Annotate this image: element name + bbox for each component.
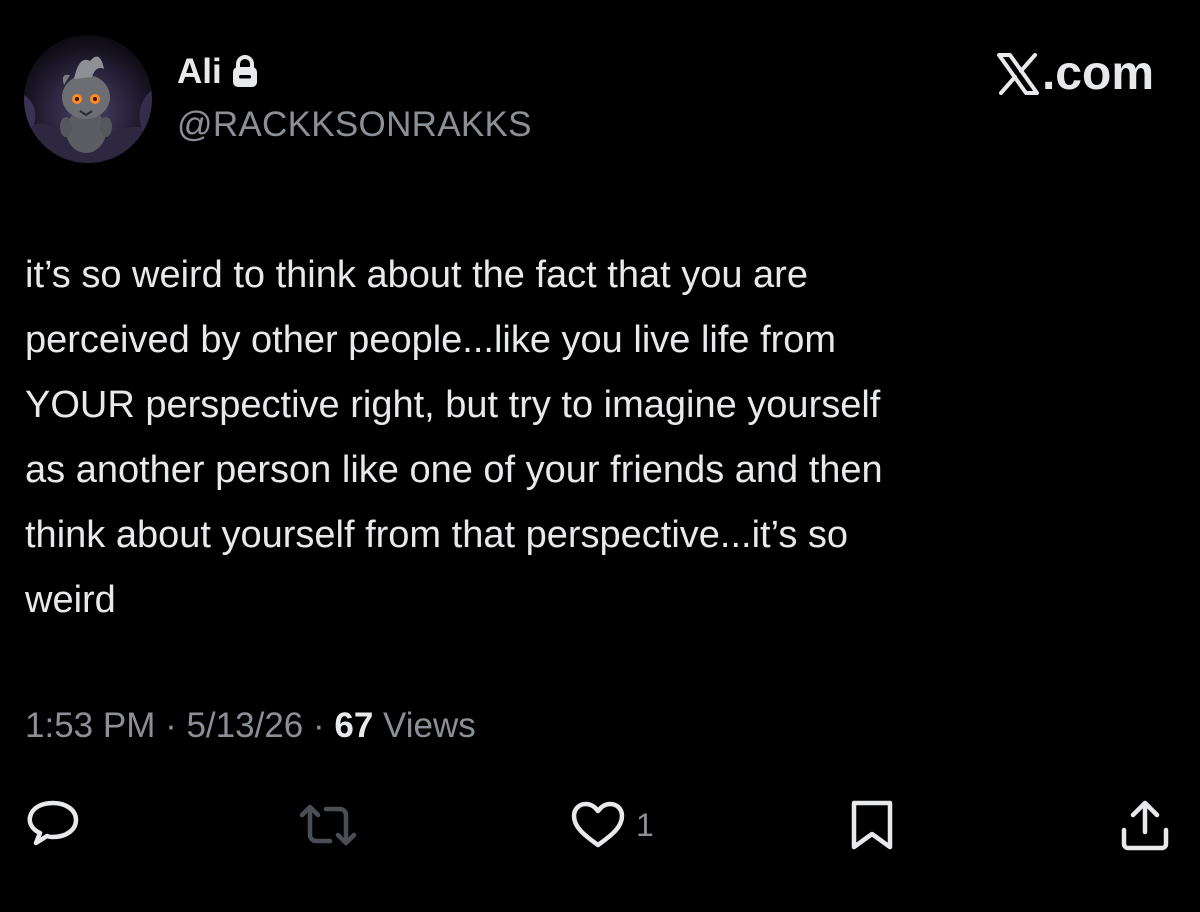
x-logo-icon <box>996 52 1040 96</box>
tweet-date[interactable]: 5/13/26 <box>186 705 303 747</box>
author-handle[interactable]: @RACKKSONRAKKS <box>177 104 532 146</box>
bookmark-button[interactable] <box>847 795 897 855</box>
lock-icon <box>232 54 258 88</box>
tweet-meta: 1:53 PM · 5/13/26 · 67 Views <box>25 705 476 747</box>
share-button[interactable] <box>1118 795 1172 855</box>
tweet-text: it’s so weird to think about the fact th… <box>25 254 883 621</box>
like-button[interactable]: 1 <box>570 795 654 855</box>
reply-icon <box>27 800 79 846</box>
meta-separator: · <box>303 706 335 745</box>
display-name[interactable]: Ali <box>177 54 222 89</box>
reply-button[interactable] <box>24 795 82 855</box>
action-bar: 1 <box>0 795 1200 855</box>
heart-icon <box>571 801 625 848</box>
author-name-row: Ali <box>177 46 258 96</box>
brand-watermark: .com <box>996 50 1154 98</box>
meta-separator: · <box>155 706 187 745</box>
avatar-image <box>24 35 152 163</box>
tweet-time[interactable]: 1:53 PM <box>25 705 155 747</box>
views-label: Views <box>373 706 476 745</box>
repost-button[interactable] <box>298 795 358 855</box>
brand-domain-text: .com <box>1041 47 1154 100</box>
views-count[interactable]: 67 <box>334 705 373 747</box>
share-icon <box>1121 800 1169 851</box>
like-count: 1 <box>636 807 654 843</box>
avatar[interactable] <box>24 35 152 163</box>
repost-icon <box>299 804 357 846</box>
bookmark-icon <box>851 800 893 850</box>
